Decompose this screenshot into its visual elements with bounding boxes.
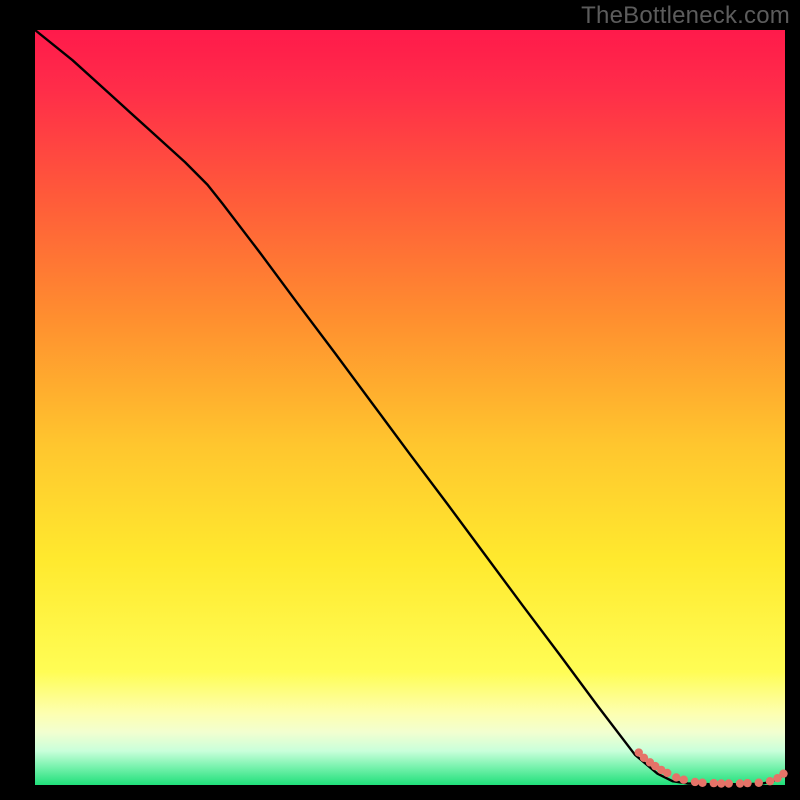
chart-frame: TheBottleneck.com bbox=[0, 0, 800, 800]
sample-dot bbox=[766, 777, 774, 785]
plot-area bbox=[35, 30, 785, 785]
sample-dot bbox=[717, 779, 725, 787]
sample-dot bbox=[698, 779, 706, 787]
sample-dot bbox=[680, 776, 688, 784]
sample-dot bbox=[672, 773, 680, 781]
sample-dot bbox=[663, 769, 671, 777]
sample-dot bbox=[710, 779, 718, 787]
watermark-text: TheBottleneck.com bbox=[581, 2, 790, 30]
sample-dot bbox=[725, 779, 733, 787]
sample-dot bbox=[736, 779, 744, 787]
bottleneck-chart bbox=[0, 0, 800, 800]
sample-dot bbox=[691, 778, 699, 786]
sample-dot bbox=[779, 769, 787, 777]
sample-dot bbox=[755, 779, 763, 787]
sample-dot bbox=[743, 779, 751, 787]
